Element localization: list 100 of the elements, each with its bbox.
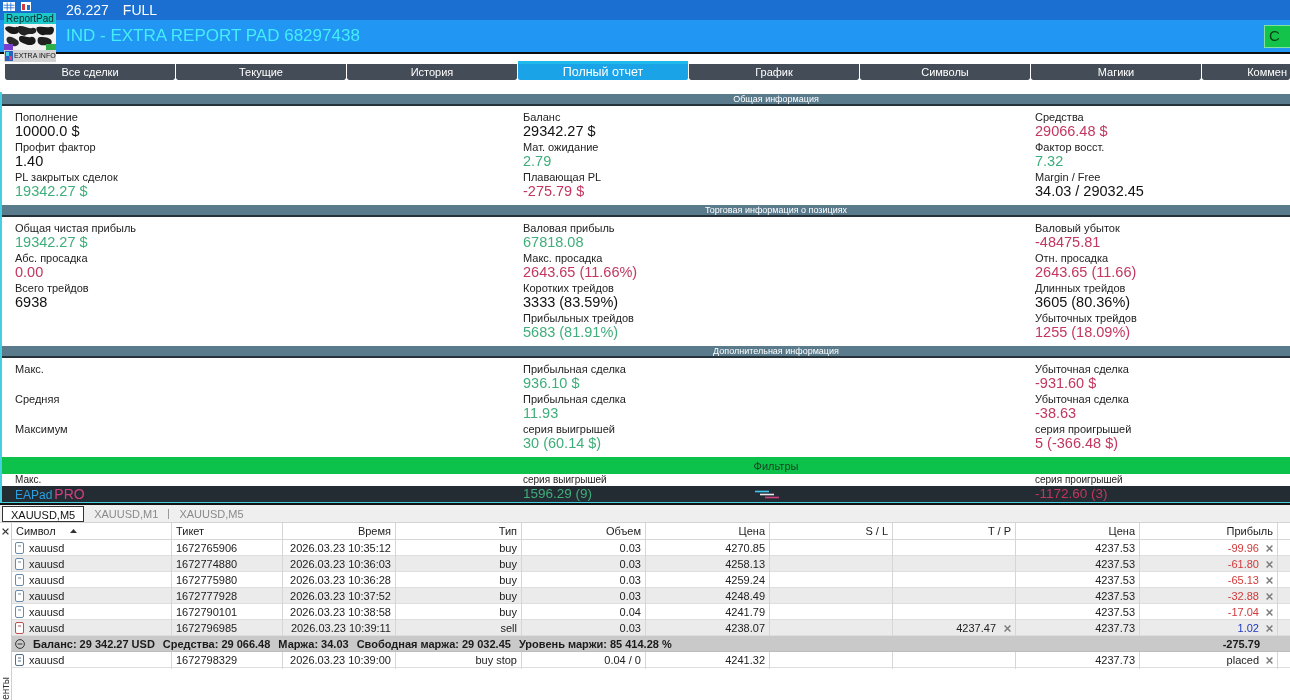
- profit-value: -65.13: [1227, 573, 1259, 588]
- stat-label: серия проигрышей: [1035, 474, 1123, 486]
- chart-tab[interactable]: XAUUSD,M5: [2, 506, 85, 522]
- column-header[interactable]: Тип: [396, 523, 522, 540]
- stat-value: 1.40: [15, 153, 44, 170]
- document-icon: [15, 622, 24, 635]
- stat-label: серия выигрышей: [523, 423, 615, 435]
- stat-label: Прибыльных трейдов: [523, 312, 634, 324]
- symbol-text: xauusd: [29, 621, 65, 636]
- column-header[interactable]: Время: [283, 523, 396, 540]
- symbol-text: xauusd: [29, 589, 65, 604]
- stat-label: Всего трейдов: [15, 282, 89, 294]
- column-header[interactable]: Символ: [16, 523, 56, 540]
- stat-label: PL закрытых сделок: [15, 171, 118, 183]
- stat-label: Убыточная сделка: [1035, 393, 1129, 405]
- report-title: IND - EXTRA REPORT PAD 68297438: [66, 25, 360, 48]
- stat-value: 1596.29 (9): [523, 486, 594, 502]
- stat-value: 6938: [15, 294, 48, 311]
- stat-value: 2643.65 (11.66): [1035, 264, 1137, 281]
- column-header[interactable]: S / L: [770, 523, 893, 540]
- summary-text: Свободная маржа: 29 032.45: [356, 637, 511, 652]
- stat-value: -931.60 $: [1035, 375, 1097, 392]
- profit-value: -61.80: [1227, 557, 1259, 572]
- stat-label: Баланс: [523, 111, 561, 123]
- stat-value: 29342.27 $: [523, 123, 596, 140]
- column-header[interactable]: Тикет: [172, 523, 283, 540]
- stat-value: -1172.60 (3): [1035, 486, 1108, 502]
- collapse-icon[interactable]: [15, 639, 25, 650]
- stat-label: Фактор восст.: [1035, 141, 1105, 153]
- profit-value: -32.88: [1227, 589, 1259, 604]
- mode-text: FULL: [122, 1, 158, 19]
- table-icon[interactable]: [3, 2, 15, 11]
- close-icon[interactable]: [2, 528, 9, 535]
- stat-label: Убыточных трейдов: [1035, 312, 1137, 324]
- filters-bar[interactable]: Фильтры: [2, 457, 1290, 474]
- stat-value: 19342.27 $: [15, 234, 88, 251]
- table-cell: 2026.03.23 10:39:00: [283, 652, 396, 669]
- tab[interactable]: Коммен: [1202, 61, 1290, 80]
- column-header[interactable]: T / P: [893, 523, 1016, 540]
- stat-value: 0.00: [15, 264, 44, 281]
- tab[interactable]: Магики: [1031, 61, 1201, 80]
- stat-label: Макс. просадка: [523, 252, 603, 264]
- symbol-text: xauusd: [29, 557, 65, 572]
- stat-value: 11.93: [523, 405, 559, 422]
- brand-name: EAPad: [15, 487, 53, 502]
- section-title: Торговая информация о позициях: [704, 205, 848, 215]
- header-button[interactable]: С: [1264, 24, 1290, 48]
- stat-label: Прибыльная сделка: [523, 363, 626, 375]
- stat-label: Макс.: [15, 363, 44, 375]
- stat-value: -275.79 $: [523, 183, 585, 200]
- stat-label: Валовый убыток: [1035, 222, 1120, 234]
- stat-label: Максимум: [15, 423, 68, 435]
- stat-value: 1255 (18.09%): [1035, 324, 1131, 341]
- stat-label: Общая чистая прибыль: [15, 222, 137, 234]
- stat-value: 3605 (80.36%): [1035, 294, 1131, 311]
- stat-label: Длинных трейдов: [1035, 282, 1126, 294]
- tab[interactable]: Текущие: [176, 61, 346, 80]
- stat-label: серия выигрышей: [523, 474, 607, 486]
- window-icon[interactable]: [21, 2, 31, 11]
- stat-label: Плавающая PL: [523, 171, 602, 183]
- stat-value: 3333 (83.59%): [523, 294, 619, 311]
- stat-value: 29066.48 $: [1035, 123, 1108, 140]
- tab[interactable]: История: [347, 61, 517, 80]
- stat-label: Средняя: [15, 393, 60, 405]
- profit-value: -17.04: [1227, 605, 1259, 620]
- stat-value: 30 (60.14 $): [523, 435, 602, 452]
- summary-text: Маржа: 34.03: [278, 637, 349, 652]
- column-header[interactable]: Цена: [1016, 523, 1140, 540]
- stat-label: Абс. просадка: [15, 252, 88, 264]
- stat-label: Отн. просадка: [1035, 252, 1109, 264]
- symbol-text: xauusd: [29, 605, 65, 620]
- tp-value: 4237.47: [956, 621, 996, 636]
- tab[interactable]: График: [689, 61, 859, 80]
- profit-value: 1.02: [1237, 621, 1259, 636]
- lines-icon[interactable]: [755, 489, 779, 499]
- stat-value: 936.10 $: [523, 375, 580, 392]
- symbol-text: xauusd: [29, 541, 65, 556]
- stat-label: Макс.: [15, 474, 42, 486]
- version-text: 26.227: [66, 1, 109, 19]
- panel-label: енты: [0, 677, 11, 700]
- stat-value: 2.79: [523, 153, 552, 170]
- table-cell: 4241.32: [646, 652, 770, 669]
- summary-text: Уровень маржи: 85 414.28 %: [518, 637, 672, 652]
- stat-label: Коротких трейдов: [523, 282, 614, 294]
- column-header[interactable]: Цена: [646, 523, 770, 540]
- document-icon: [15, 590, 24, 603]
- stat-value: 2643.65 (11.66%): [523, 264, 638, 281]
- stat-value: 67818.08: [523, 234, 584, 251]
- document-icon: [15, 558, 24, 571]
- section-title: Общая информация: [733, 94, 819, 104]
- stat-label: Валовая прибыль: [523, 222, 615, 234]
- sort-caret-icon[interactable]: [69, 529, 77, 534]
- column-header[interactable]: Прибыль: [1140, 523, 1278, 540]
- logo-icon: [5, 51, 13, 61]
- tab[interactable]: Все сделки: [5, 61, 175, 80]
- stat-label: Margin / Free: [1035, 171, 1101, 183]
- table-cell: buy stop: [396, 652, 522, 669]
- column-header[interactable]: Объем: [522, 523, 646, 540]
- stat-label: Средства: [1035, 111, 1084, 123]
- tab[interactable]: Символы: [860, 61, 1030, 80]
